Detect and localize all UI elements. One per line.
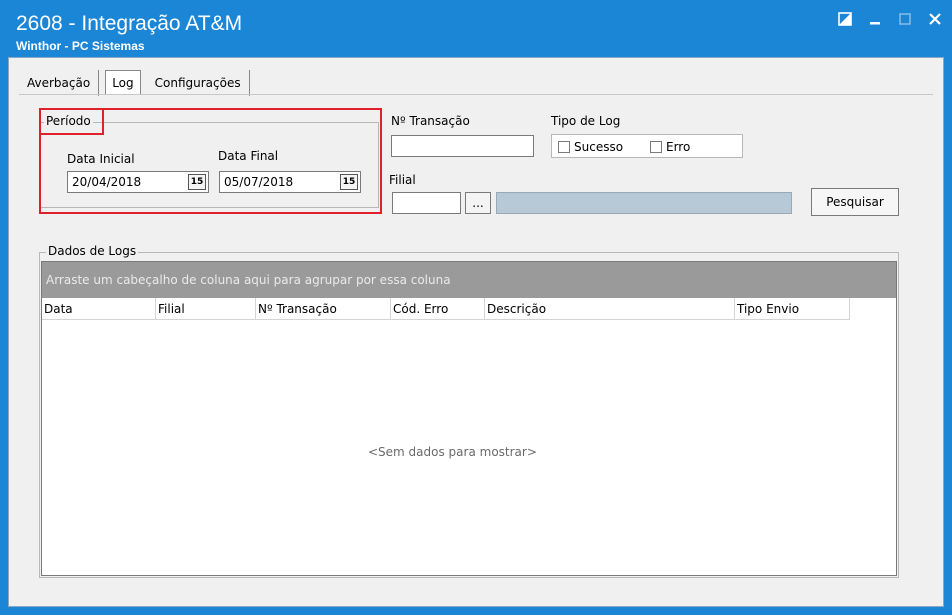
column-transacao[interactable]: Nº Transação [256, 298, 391, 320]
tab-strip: Averbação Log Configurações [19, 66, 250, 96]
window-title: 2608 - Integração AT&M [16, 12, 243, 35]
app-window: 2608 - Integração AT&M Winthor - PC Sist… [0, 0, 952, 615]
tab-divider [19, 94, 933, 95]
sucesso-checkbox[interactable]: Sucesso [558, 140, 623, 154]
logs-grid[interactable]: Arraste um cabeçalho de coluna aqui para… [41, 261, 897, 576]
grid-column-header: Data Filial Nº Transação Cód. Erro Descr… [42, 298, 850, 320]
window-subtitle: Winthor - PC Sistemas [16, 39, 145, 53]
window-controls [836, 10, 944, 28]
column-tipo-envio[interactable]: Tipo Envio [735, 298, 850, 320]
grid-empty-message: <Sem dados para mostrar> [368, 445, 537, 459]
erro-checkbox-label: Erro [666, 140, 691, 154]
sucesso-checkbox-box[interactable] [558, 141, 570, 153]
filial-browse-button[interactable]: ... [465, 192, 491, 214]
tab-log[interactable]: Log [105, 70, 141, 94]
column-cod-erro[interactable]: Cód. Erro [391, 298, 485, 320]
column-descricao[interactable]: Descrição [485, 298, 735, 320]
data-inicial-label: Data Inicial [67, 152, 135, 166]
close-icon[interactable] [926, 10, 944, 28]
filial-label: Filial [389, 173, 416, 187]
tipo-log-label: Tipo de Log [551, 114, 621, 128]
restore-icon[interactable] [836, 10, 854, 28]
dados-logs-legend: Dados de Logs [46, 244, 139, 258]
pesquisar-button[interactable]: Pesquisar [811, 188, 899, 216]
filial-description-field [496, 192, 792, 214]
tab-averbacao[interactable]: Averbação [19, 70, 100, 96]
transacao-label: Nº Transação [391, 114, 470, 128]
filial-input[interactable] [392, 192, 461, 214]
sucesso-checkbox-label: Sucesso [574, 140, 624, 154]
data-final-label: Data Final [218, 149, 279, 163]
maximize-icon[interactable] [896, 10, 914, 28]
column-filial[interactable]: Filial [156, 298, 256, 320]
highlight-periodo-legend [39, 108, 104, 135]
client-area: Averbação Log Configurações Período Data… [8, 57, 944, 607]
transacao-input[interactable] [391, 135, 534, 157]
erro-checkbox-box[interactable] [650, 141, 662, 153]
tipo-log-group: Sucesso Erro [551, 134, 743, 158]
column-data[interactable]: Data [42, 298, 156, 320]
title-bar[interactable]: 2608 - Integração AT&M Winthor - PC Sist… [0, 0, 952, 57]
group-by-panel[interactable]: Arraste um cabeçalho de coluna aqui para… [42, 262, 896, 298]
minimize-icon[interactable] [866, 10, 884, 28]
data-inicial-calendar-icon[interactable]: 15 [188, 174, 206, 190]
tab-configuracoes[interactable]: Configurações [147, 70, 250, 96]
data-final-calendar-icon[interactable]: 15 [340, 174, 358, 190]
erro-checkbox[interactable]: Erro [650, 140, 690, 154]
